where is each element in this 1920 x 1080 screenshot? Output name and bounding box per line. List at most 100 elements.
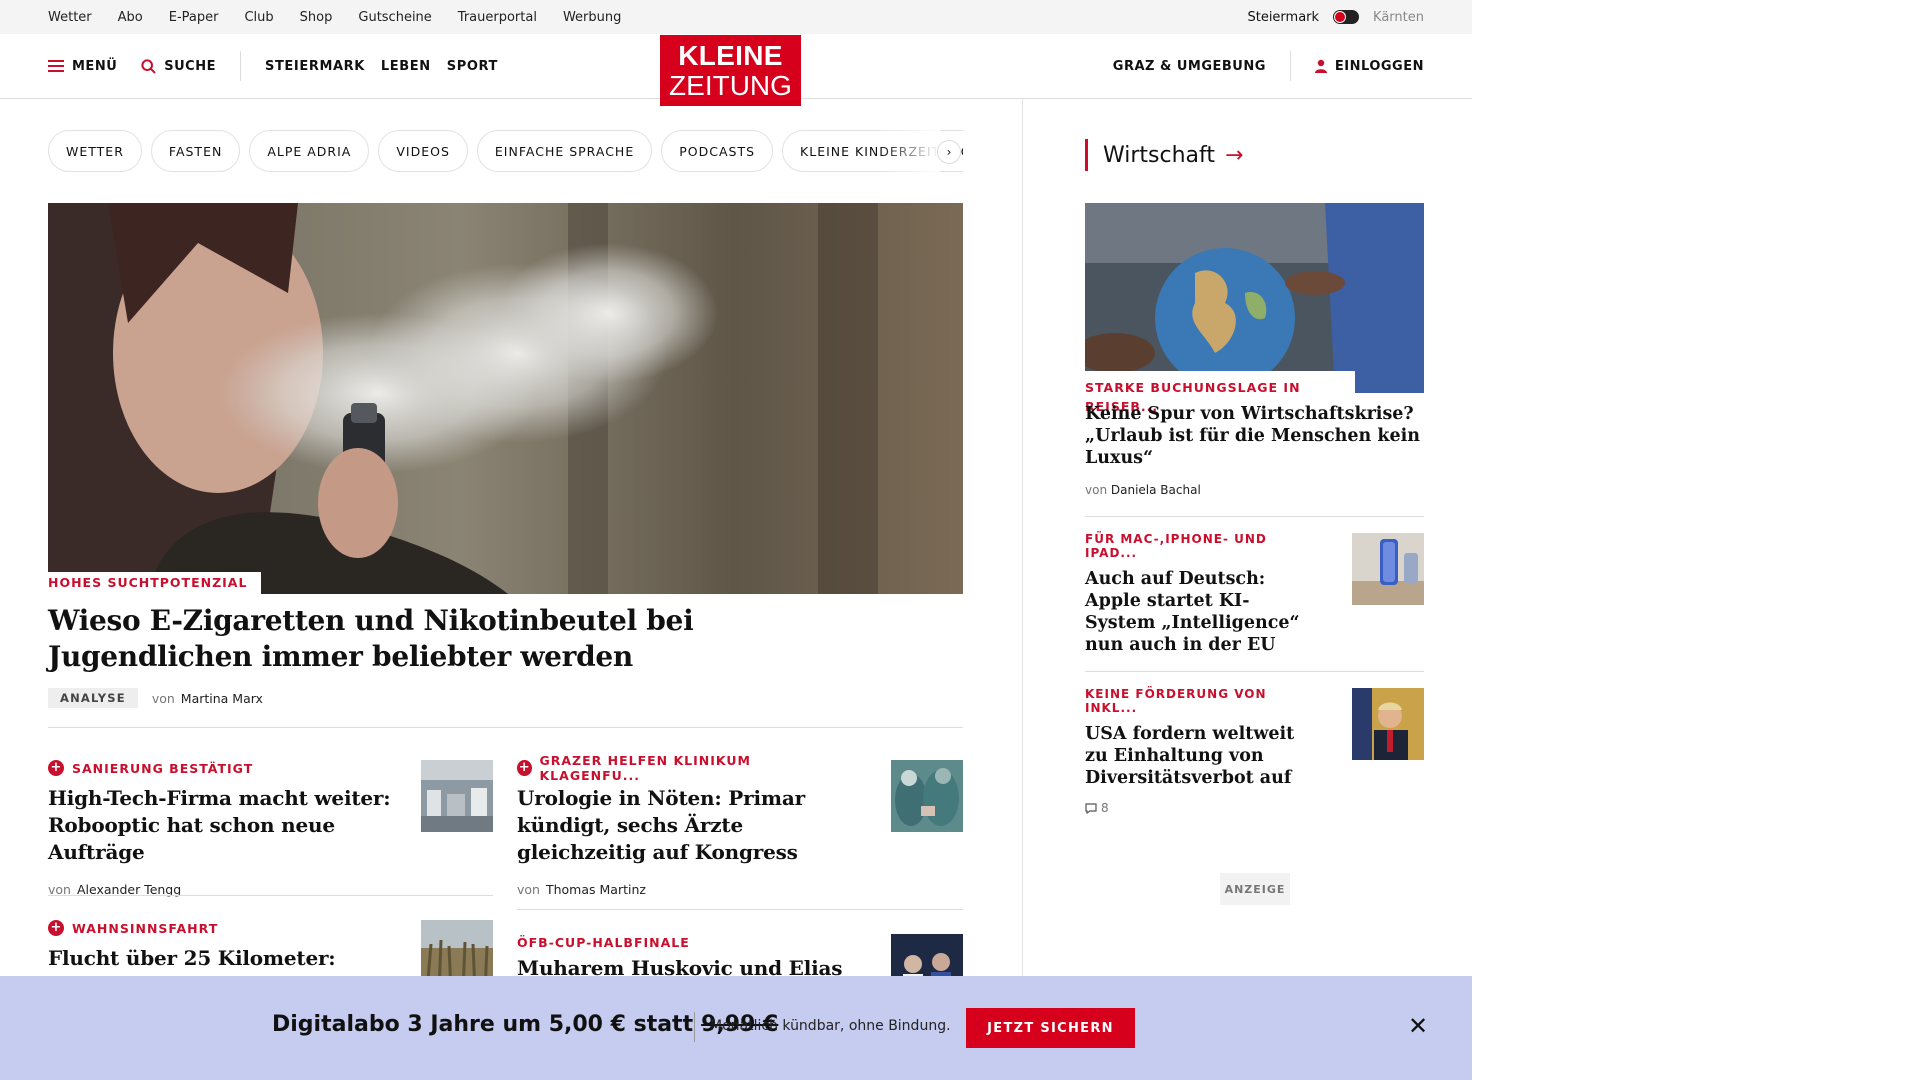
utility-links: Wetter Abo E-Paper Club Shop Gutscheine … <box>48 0 621 34</box>
hero-title[interactable]: Wieso E-Zigaretten und Nikotinbeutel bei… <box>48 603 748 675</box>
teaser-oefb[interactable]: ÖFB-CUP-HALBFINALE Muharem Huskovic und … <box>517 933 847 982</box>
teaser-kicker: ÖFB-CUP-HALBFINALE <box>517 934 690 950</box>
column-divider <box>1022 99 1023 979</box>
teaser-title[interactable]: Urologie in Nöten: Primar kündigt, sechs… <box>517 785 827 866</box>
close-icon[interactable]: ✕ <box>1408 1014 1428 1038</box>
region-toggle[interactable] <box>1333 10 1360 24</box>
analysis-badge: ANALYSE <box>48 688 138 708</box>
sidebar-kicker: FÜR MAC-,IPHONE- UND IPAD... <box>1085 532 1267 560</box>
page-margin <box>1472 0 1920 1080</box>
teaser-kicker-row: + WAHNSINNSFAHRT <box>48 919 398 937</box>
sidebar-kicker: KEINE FÖRDERUNG VON INKL... <box>1085 687 1267 715</box>
region-switch: Steiermark Kärnten <box>1247 0 1424 34</box>
teaser-thumbnail[interactable] <box>421 760 493 832</box>
nav-leben[interactable]: LEBEN <box>381 59 431 74</box>
teaser-flucht[interactable]: + WAHNSINNSFAHRT Flucht über 25 Kilomete… <box>48 919 398 972</box>
header-divider <box>240 51 241 81</box>
hero-by: von <box>151 690 175 706</box>
subscribe-button[interactable]: JETZT SICHERN <box>966 1008 1135 1048</box>
teaser-title[interactable]: Flucht über 25 Kilometer: <box>48 945 398 972</box>
teaser-title[interactable]: High-Tech-Firma macht weiter: Robooptic … <box>48 785 398 866</box>
utility-link-club[interactable]: Club <box>244 10 273 25</box>
utility-link-gutscheine[interactable]: Gutscheine <box>358 10 431 25</box>
chevron-right-icon: › <box>946 145 952 159</box>
premium-plus-icon: + <box>48 760 64 776</box>
sidebar-author[interactable]: Daniela Bachal <box>1111 483 1201 497</box>
sidebar-divider <box>1085 671 1424 672</box>
sidebar-lead-meta: von Daniela Bachal <box>1085 483 1424 497</box>
politician-photo <box>1352 688 1424 760</box>
hero-author[interactable]: Martina Marx <box>181 691 263 706</box>
chip-wetter[interactable]: WETTER <box>48 130 142 172</box>
search-button[interactable]: SUCHE <box>141 59 216 74</box>
section-title: Wirtschaft <box>1103 142 1216 168</box>
teaser-kicker: SANIERUNG BESTÄTIGT <box>72 760 254 776</box>
sidebar-lead-article[interactable]: Keine Spur von Wirtschaftskrise? „Urlaub… <box>1085 403 1424 497</box>
hero-meta: ANALYSE von Martina Marx <box>48 688 263 708</box>
sidebar-title[interactable]: USA fordern weltweit zu Einhaltung von D… <box>1085 723 1315 789</box>
sidebar-title[interactable]: Auch auf Deutsch: Apple startet KI-Syste… <box>1085 568 1305 656</box>
region-steiermark[interactable]: Steiermark <box>1247 10 1319 25</box>
hero-kicker: HOHES SUCHTPOTENZIAL <box>48 575 248 590</box>
utility-link-wetter[interactable]: Wetter <box>48 10 92 25</box>
sidebar-article-usa[interactable]: KEINE FÖRDERUNG VON INKL... USA fordern … <box>1085 687 1315 815</box>
comment-count[interactable]: 8 <box>1085 801 1315 815</box>
nav-steiermark[interactable]: STEIERMARK <box>265 59 365 74</box>
promo-divider <box>694 1012 695 1042</box>
search-label: SUCHE <box>164 58 216 74</box>
chip-einfache-sprache[interactable]: EINFACHE SPRACHE <box>476 130 653 172</box>
hero-kicker-box: HOHES SUCHTPOTENZIAL <box>48 572 262 596</box>
premium-plus-icon: + <box>517 760 532 776</box>
teaser-kicker-row: + SANIERUNG BESTÄTIGT <box>48 759 398 777</box>
header-right: GRAZ & UMGEBUNG EINLOGGEN <box>1113 34 1424 98</box>
region-link[interactable]: GRAZ & UMGEBUNG <box>1113 59 1266 74</box>
login-label: EINLOGGEN <box>1334 58 1424 74</box>
region-kaernten[interactable]: Kärnten <box>1373 10 1424 25</box>
teaser-robooptic[interactable]: + SANIERUNG BESTÄTIGT High-Tech-Firma ma… <box>48 759 398 897</box>
sidebar-thumbnail[interactable] <box>1352 533 1424 605</box>
main-nav: STEIERMARK LEBEN SPORT <box>265 59 498 74</box>
utility-link-abo[interactable]: Abo <box>118 10 143 25</box>
subscription-banner: Digitalabo 3 Jahre um 5,00 € statt 9,99 … <box>0 976 1472 1080</box>
teaser-divider <box>517 909 963 910</box>
sidebar-thumbnail[interactable] <box>1352 688 1424 760</box>
teaser-kicker-row: ÖFB-CUP-HALBFINALE <box>517 933 847 951</box>
sidebar-article-apple[interactable]: FÜR MAC-,IPHONE- UND IPAD... Auch auf De… <box>1085 532 1305 656</box>
chip-alpe-adria[interactable]: ALPE ADRIA <box>249 130 370 172</box>
chips-next-button[interactable]: › <box>937 140 961 164</box>
teaser-meta: von Thomas Martinz <box>517 882 827 897</box>
nav-sport[interactable]: SPORT <box>447 59 498 74</box>
utility-link-epaper[interactable]: E-Paper <box>169 10 219 25</box>
sidebar-divider <box>1085 516 1424 517</box>
chip-fasten[interactable]: FASTEN <box>150 130 241 172</box>
login-button[interactable]: EINLOGGEN <box>1314 58 1424 74</box>
teaser-urologie[interactable]: + GRAZER HELFEN KLINIKUM KLAGENFU... Uro… <box>517 753 827 897</box>
page: Wetter Abo E-Paper Club Shop Gutscheine … <box>0 0 1472 1080</box>
chip-podcasts[interactable]: PODCASTS <box>661 130 774 172</box>
promo-subtext: Monatlich kündbar, ohne Bindung. <box>710 1018 951 1034</box>
sidebar-by: von <box>1085 483 1108 497</box>
section-header-wirtschaft[interactable]: Wirtschaft → <box>1085 139 1243 171</box>
teaser-by: von <box>517 882 540 897</box>
hero-image[interactable] <box>48 203 963 594</box>
chips-fade <box>880 130 940 172</box>
logo-line-1: KLEINE <box>678 39 783 71</box>
hero-photo <box>48 203 963 594</box>
sidebar-lead-image[interactable] <box>1085 203 1424 393</box>
utility-link-shop[interactable]: Shop <box>300 10 333 25</box>
utility-link-werbung[interactable]: Werbung <box>563 10 621 25</box>
menu-button[interactable]: MENÜ <box>48 59 117 74</box>
teaser-author[interactable]: Thomas Martinz <box>546 882 646 897</box>
teaser-kicker-row: + GRAZER HELFEN KLINIKUM KLAGENFU... <box>517 753 827 783</box>
main-header: MENÜ SUCHE STEIERMARK LEBEN SPORT KLEINE… <box>0 34 1472 106</box>
teaser-thumbnail[interactable] <box>891 760 963 832</box>
utility-link-trauerportal[interactable]: Trauerportal <box>458 10 537 25</box>
promo-offer-text: Digitalabo 3 Jahre um 5,00 € statt <box>272 1012 694 1037</box>
surgery-photo <box>891 760 963 832</box>
sidebar-lead-title[interactable]: Keine Spur von Wirtschaftskrise? „Urlaub… <box>1085 403 1424 469</box>
utility-bar: Wetter Abo E-Paper Club Shop Gutscheine … <box>0 0 1472 34</box>
globe-photo <box>1085 203 1424 393</box>
site-logo[interactable]: KLEINE ZEITUNG <box>660 35 801 106</box>
chip-videos[interactable]: VIDEOS <box>378 130 468 172</box>
teaser-kicker: WAHNSINNSFAHRT <box>72 920 219 936</box>
